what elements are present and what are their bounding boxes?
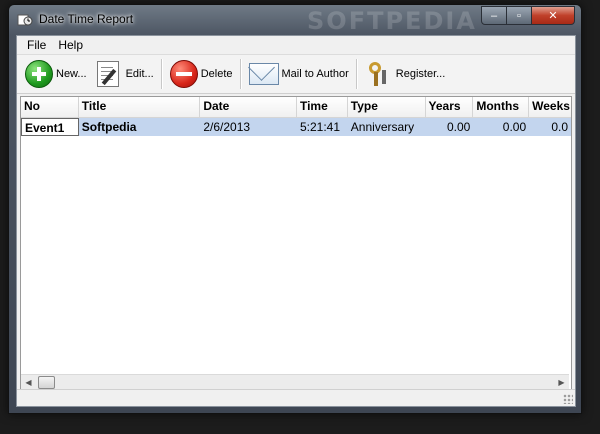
table-row[interactable]: Event1 Softpedia 2/6/2013 5:21:41 Annive… bbox=[21, 118, 571, 136]
toolbar-separator bbox=[160, 59, 163, 89]
window-title: Date Time Report bbox=[39, 12, 134, 26]
column-header-type[interactable]: Type bbox=[348, 97, 426, 117]
minimize-button[interactable]: ‒ bbox=[481, 6, 507, 25]
toolbar-separator bbox=[239, 59, 242, 89]
edit-label: Edit... bbox=[125, 68, 154, 80]
register-button[interactable]: Register... bbox=[361, 57, 450, 91]
toolbar-separator bbox=[355, 59, 358, 89]
horizontal-scrollbar[interactable]: ◀ ▶ bbox=[21, 374, 569, 390]
column-header-date[interactable]: Date bbox=[200, 97, 297, 117]
cell-weeks: 0.0 bbox=[551, 120, 568, 134]
scroll-left-icon[interactable]: ◀ bbox=[21, 375, 36, 390]
cell-no[interactable]: Event1 bbox=[21, 118, 79, 136]
mail-to-author-button[interactable]: Mail to Author bbox=[245, 57, 353, 91]
column-header-time[interactable]: Time bbox=[297, 97, 348, 117]
table-header: No Title Date Time Type Years Months Wee… bbox=[21, 97, 571, 118]
edit-button[interactable]: Edit... bbox=[91, 57, 158, 91]
new-label: New... bbox=[56, 68, 87, 80]
mail-label: Mail to Author bbox=[281, 68, 349, 80]
cell-title: Softpedia bbox=[81, 120, 137, 134]
close-icon: ✕ bbox=[548, 10, 558, 22]
close-button[interactable]: ✕ bbox=[531, 6, 575, 25]
title-bar[interactable]: Date Time Report SOFTPEDIA ‒ ▫ ✕ bbox=[9, 5, 581, 35]
app-icon[interactable] bbox=[17, 13, 33, 27]
register-label: Register... bbox=[395, 68, 446, 80]
resize-grip-icon[interactable] bbox=[563, 394, 573, 404]
menu-file[interactable]: File bbox=[21, 38, 52, 52]
maximize-button[interactable]: ▫ bbox=[506, 6, 532, 25]
column-header-months[interactable]: Months bbox=[473, 97, 530, 117]
scroll-right-icon[interactable]: ▶ bbox=[554, 375, 569, 390]
edit-document-icon bbox=[96, 61, 119, 87]
events-table[interactable]: No Title Date Time Type Years Months Wee… bbox=[20, 96, 572, 391]
envelope-icon bbox=[248, 63, 279, 85]
keys-icon bbox=[365, 60, 393, 88]
delete-button[interactable]: Delete bbox=[166, 57, 237, 91]
column-header-weeks[interactable]: Weeks bbox=[529, 97, 571, 117]
watermark: SOFTPEDIA bbox=[307, 7, 477, 35]
delete-label: Delete bbox=[200, 68, 233, 80]
toolbar: New... Edit... Delete Mail to Author Reg… bbox=[17, 55, 575, 94]
client-area: File Help New... Edit... Delete Mail to … bbox=[16, 35, 576, 407]
add-icon bbox=[25, 60, 53, 88]
app-window: Date Time Report SOFTPEDIA ‒ ▫ ✕ File He… bbox=[8, 4, 582, 414]
column-header-no[interactable]: No bbox=[21, 97, 79, 117]
menu-bar: File Help bbox=[17, 36, 575, 55]
cell-months: 0.00 bbox=[502, 120, 527, 134]
new-button[interactable]: New... bbox=[21, 57, 91, 91]
cell-time: 5:21:41 bbox=[299, 120, 341, 134]
cell-type: Anniversary bbox=[350, 120, 415, 134]
cell-date: 2/6/2013 bbox=[203, 120, 251, 134]
menu-help[interactable]: Help bbox=[52, 38, 89, 52]
column-header-years[interactable]: Years bbox=[426, 97, 474, 117]
column-header-title[interactable]: Title bbox=[79, 97, 201, 117]
status-bar bbox=[17, 389, 575, 406]
maximize-icon: ▫ bbox=[517, 9, 521, 22]
cell-years: 0.00 bbox=[446, 120, 471, 134]
minimize-icon: ‒ bbox=[490, 9, 498, 22]
caption-buttons: ‒ ▫ ✕ bbox=[481, 6, 575, 25]
delete-icon bbox=[169, 60, 198, 88]
scroll-thumb[interactable] bbox=[38, 376, 55, 389]
